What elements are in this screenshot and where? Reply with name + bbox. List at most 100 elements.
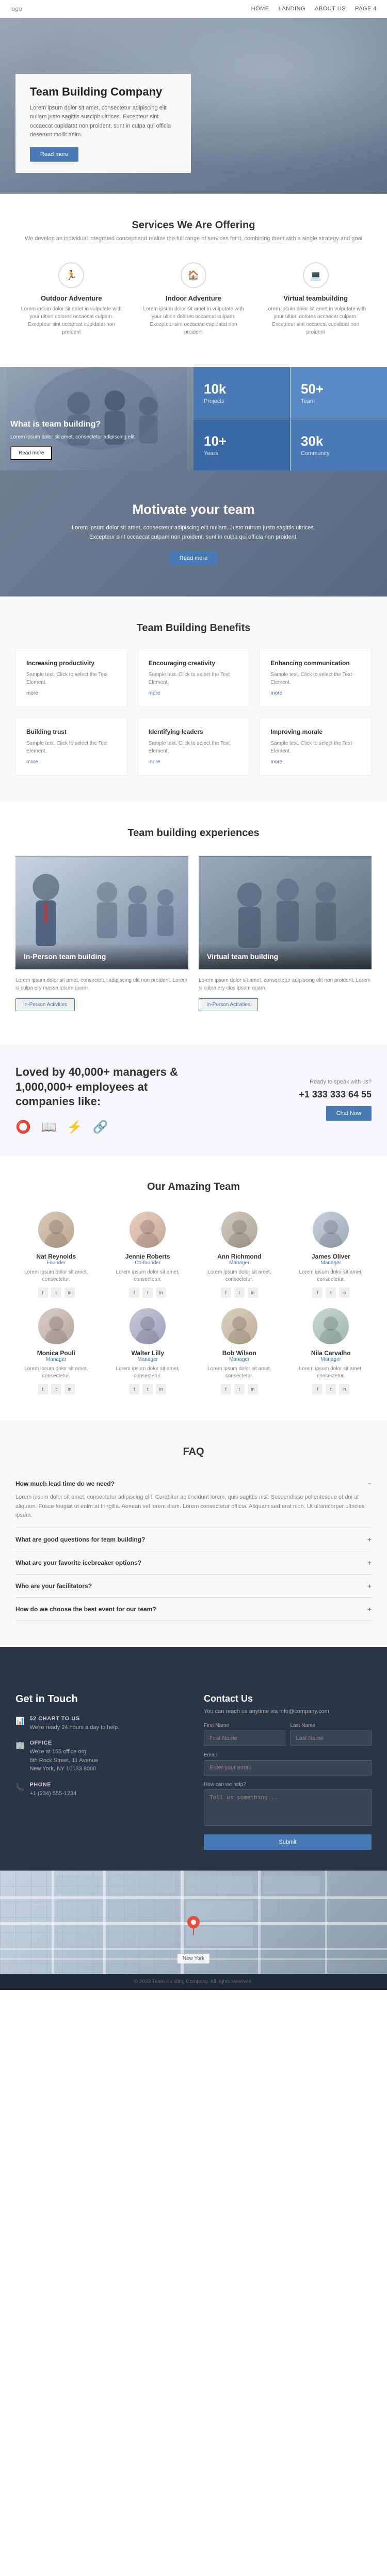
what-heading: What is team building? <box>10 420 136 429</box>
nav-page4[interactable]: PAGE 4 <box>355 6 377 12</box>
hero-cta-button[interactable]: Read more <box>30 147 78 162</box>
social-tw[interactable]: t <box>142 1384 153 1394</box>
social-f[interactable]: f <box>312 1384 322 1394</box>
service-indoor: 🏠 Indoor Adventure Lorem ipsum dolor sit… <box>138 257 250 341</box>
loved-section: Loved by 40,000+ managers & 1,000,000+ e… <box>0 1044 387 1155</box>
stat-projects-num: 10k <box>204 381 280 397</box>
social-tw[interactable]: t <box>234 1287 245 1298</box>
services-grid: 🏃 Outdoor Adventure Lorem ipsum dolor si… <box>15 257 372 341</box>
exp-virtual-content: Lorem ipsum dolor sit amet, consectetur … <box>199 969 372 1018</box>
nav-home[interactable]: HOME <box>251 6 269 12</box>
what-cta-button[interactable]: Read more <box>10 446 52 460</box>
member-5-name: Walter Lilly <box>107 1349 189 1357</box>
benefit-productivity-link[interactable]: more <box>26 690 117 696</box>
social-tw[interactable]: t <box>142 1287 153 1298</box>
social-f[interactable]: f <box>221 1287 231 1298</box>
member-4-role: Manager <box>15 1357 97 1362</box>
social-f[interactable]: f <box>38 1287 48 1298</box>
member-6-name: Bob Wilson <box>199 1349 280 1357</box>
faq-question-3: Who are your facilitators? + <box>15 1582 372 1590</box>
benefit-creativity: Encouraging creativity Sample text. Clic… <box>138 649 250 707</box>
social-tw[interactable]: t <box>51 1384 61 1394</box>
member-1-name: Jennie Roberts <box>107 1253 189 1260</box>
motivate-section: Motivate your team Lorem ipsum dolor sit… <box>0 470 387 596</box>
member-4-desc: Lorem ipsum dolor sit amet, consectetur. <box>15 1365 97 1380</box>
contact-section: Get in Touch 📊 52 CHART TO US We're read… <box>0 1647 387 1974</box>
footer: © 2023 Team Building Company. All rights… <box>0 1974 387 1990</box>
social-in[interactable]: in <box>64 1287 75 1298</box>
member-6-role: Manager <box>199 1357 280 1362</box>
social-f[interactable]: f <box>129 1384 139 1394</box>
social-in[interactable]: in <box>156 1384 166 1394</box>
submit-button[interactable]: Submit <box>204 1834 372 1850</box>
stat-team: 50+ Team <box>291 367 387 419</box>
social-in[interactable]: in <box>64 1384 75 1394</box>
social-in[interactable]: in <box>156 1287 166 1298</box>
social-in[interactable]: in <box>248 1287 258 1298</box>
member-1-desc: Lorem ipsum dolor sit amet, consectetur. <box>107 1269 189 1283</box>
contact-chart-item: 📊 52 CHART TO US We're ready 24 hours a … <box>15 1716 183 1732</box>
benefit-communication: Enhancing communication Sample text. Cli… <box>260 649 372 707</box>
benefit-communication-link[interactable]: more <box>270 690 361 696</box>
social-in[interactable]: in <box>248 1384 258 1394</box>
social-in[interactable]: in <box>339 1287 349 1298</box>
services-heading: Services We Are Offering <box>15 219 372 231</box>
service-indoor-title: Indoor Adventure <box>143 294 245 302</box>
loved-cta-button[interactable]: Chat Now <box>326 1106 372 1121</box>
services-section: Services We Are Offering We develop an i… <box>0 194 387 367</box>
stat-team-num: 50+ <box>301 381 377 397</box>
member-0-name: Nat Reynolds <box>15 1253 97 1260</box>
member-2-role: Manager <box>199 1260 280 1266</box>
first-name-input[interactable] <box>204 1731 285 1746</box>
nav-landing[interactable]: LANDING <box>279 6 305 12</box>
loved-phone: +1 333 333 64 55 <box>201 1089 372 1100</box>
contact-left: Get in Touch 📊 52 CHART TO US We're read… <box>15 1693 183 1850</box>
faq-item-0[interactable]: How much lead time do we need? − Lorem i… <box>15 1472 372 1528</box>
benefit-leaders: Identifying leaders Sample text. Click t… <box>138 717 250 776</box>
faq-answer-0: Lorem ipsum dolor sit amet, consectetur … <box>15 1493 372 1520</box>
exp-inperson-image: In-Person team building <box>15 856 188 969</box>
social-f[interactable]: f <box>38 1384 48 1394</box>
nav-about[interactable]: ABOUT US <box>315 6 346 12</box>
exp-inperson-title: In-Person team building <box>24 952 180 961</box>
contact-inner: Get in Touch 📊 52 CHART TO US We're read… <box>0 1673 387 1871</box>
contact-phone-item: 📞 PHONE +1 (234) 555-1234 <box>15 1782 183 1798</box>
exp-inperson-overlay: In-Person team building <box>15 944 188 969</box>
exp-inperson-cta[interactable]: In-Person Activities <box>15 998 75 1011</box>
member-5-socials: f t in <box>107 1384 189 1394</box>
email-label: Email <box>204 1752 372 1758</box>
benefit-trust-link[interactable]: more <box>26 759 117 765</box>
benefit-leaders-link[interactable]: more <box>149 759 239 765</box>
social-f[interactable]: f <box>221 1384 231 1394</box>
social-tw[interactable]: t <box>326 1384 336 1394</box>
team-member-2: Ann Richmond Manager Lorem ipsum dolor s… <box>199 1212 280 1298</box>
social-f[interactable]: f <box>129 1287 139 1298</box>
what-desc: Lorem ipsum dolor sit amet, consectetur … <box>10 433 136 441</box>
faq-item-4[interactable]: How do we choose the best event for our … <box>15 1598 372 1621</box>
avatar-6 <box>221 1308 257 1344</box>
logo-1: ⭕ <box>15 1120 31 1135</box>
avatar-7 <box>313 1308 349 1344</box>
logo-4: 🔗 <box>93 1120 108 1135</box>
social-tw[interactable]: t <box>51 1287 61 1298</box>
benefit-morale-link[interactable]: more <box>270 759 361 765</box>
social-in[interactable]: in <box>339 1384 349 1394</box>
first-name-label: First Name <box>204 1723 285 1729</box>
faq-item-1[interactable]: What are good questions for team buildin… <box>15 1528 372 1551</box>
benefit-creativity-link[interactable]: more <box>149 690 239 696</box>
faq-item-3[interactable]: Who are your facilitators? + <box>15 1575 372 1598</box>
benefits-grid: Increasing productivity Sample text. Cli… <box>15 649 372 776</box>
last-name-input[interactable] <box>291 1731 372 1746</box>
social-f[interactable]: f <box>312 1287 322 1298</box>
faq-item-2[interactable]: What are your favorite icebreaker option… <box>15 1551 372 1575</box>
social-tw[interactable]: t <box>326 1287 336 1298</box>
social-tw[interactable]: t <box>234 1384 245 1394</box>
avatar-0 <box>38 1212 74 1248</box>
service-outdoor: 🏃 Outdoor Adventure Lorem ipsum dolor si… <box>15 257 127 341</box>
benefit-trust: Building trust Sample text. Click to sel… <box>15 717 127 776</box>
motivate-cta-button[interactable]: Read more <box>169 551 218 566</box>
exp-inperson: In-Person team building Lorem ipsum dolo… <box>15 856 188 1018</box>
exp-virtual-cta[interactable]: In-Person Activities <box>199 998 258 1011</box>
email-input[interactable] <box>204 1760 372 1776</box>
message-textarea[interactable] <box>204 1789 372 1826</box>
